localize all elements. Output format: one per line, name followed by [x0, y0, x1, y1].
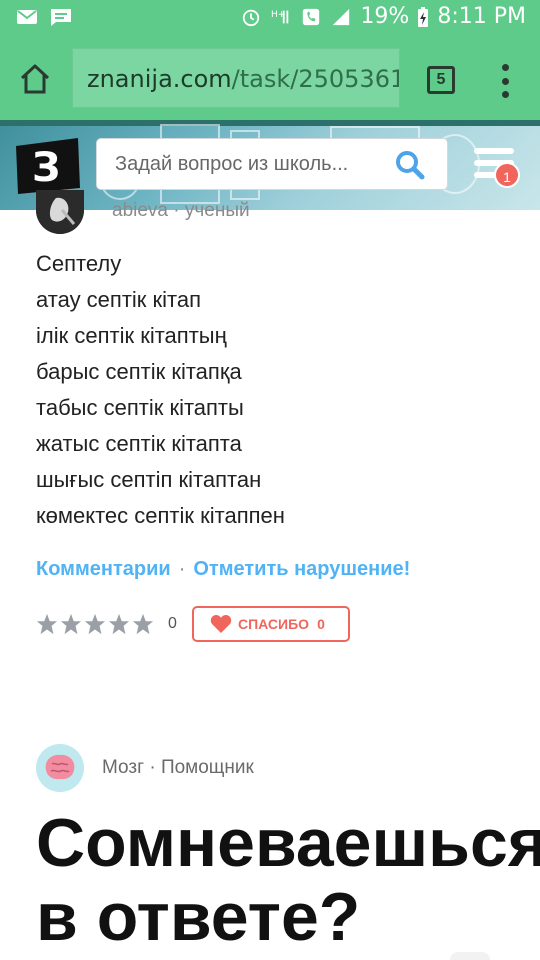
helper-meta: Мозг · Помощник	[102, 757, 254, 778]
star-icon[interactable]	[108, 613, 130, 635]
search-input[interactable]: Задай вопрос из школь...	[115, 139, 348, 189]
avatar[interactable]	[36, 190, 84, 234]
author-meta: abieva · ученый	[112, 200, 250, 221]
url-path: /task/2505361	[231, 65, 400, 93]
answer-line: атау септік кітап	[36, 287, 202, 312]
status-bar: H+ 19% 8:11 PM	[0, 0, 540, 36]
signal-ht-icon: H+	[271, 10, 289, 23]
answer-line: барыс септік кітапқа	[36, 359, 242, 384]
wifi-call-icon	[303, 8, 320, 25]
url-host: znanija.com	[87, 65, 232, 93]
answer-line: жатыс септік кітапта	[36, 431, 242, 456]
brain-avatar	[36, 744, 84, 792]
znanija-logo[interactable]: З	[14, 136, 82, 196]
answer-actions: Комментарии · Отметить нарушение!	[36, 558, 411, 580]
notification-badge[interactable]: 1	[494, 162, 520, 188]
gmail-icon	[17, 10, 37, 24]
search-box[interactable]: Задай вопрос из школь...	[96, 138, 448, 190]
heart-icon	[210, 615, 232, 633]
rating-stars[interactable]	[36, 613, 154, 635]
doubt-heading: Сомневаешься в ответе?	[36, 805, 540, 955]
helper-role: Помощник	[160, 757, 254, 778]
author-rank: ученый	[184, 200, 250, 221]
address-bar[interactable]: znanija.com/task/2505361	[72, 48, 400, 108]
battery-percent: 19%	[360, 4, 410, 29]
rating-count: 0	[168, 615, 177, 632]
answer-line: көмектес септік кітаппен	[36, 503, 285, 528]
rating-row: 0	[36, 606, 177, 642]
clock: 8:11 PM	[437, 4, 526, 29]
message-icon	[51, 9, 71, 26]
star-icon[interactable]	[84, 613, 106, 635]
comments-link[interactable]: Комментарии	[36, 558, 171, 580]
decorative-shape	[450, 952, 490, 960]
tab-switcher-button[interactable]: 5	[427, 66, 455, 94]
thanks-label: СПАСИБО	[238, 616, 310, 632]
star-icon[interactable]	[132, 613, 154, 635]
thanks-count: 0	[317, 616, 325, 632]
report-link[interactable]: Отметить нарушение!	[193, 558, 410, 580]
star-icon[interactable]	[60, 613, 82, 635]
star-icon[interactable]	[36, 613, 58, 635]
cell-signal-icon	[333, 8, 350, 25]
home-icon[interactable]	[18, 62, 52, 96]
helper-name: Мозг	[102, 757, 145, 778]
thanks-button[interactable]: СПАСИБО 0	[192, 606, 350, 642]
browser-toolbar: znanija.com/task/2505361 5	[0, 36, 540, 120]
author-name[interactable]: abieva	[112, 200, 168, 221]
battery-charging-icon	[418, 6, 429, 27]
answer-text: Септелу атау септік кітап ілік септік кі…	[36, 246, 516, 534]
answer-line: шығыс септіп кітаптан	[36, 467, 262, 492]
overflow-menu-icon[interactable]	[500, 64, 510, 98]
answer-line: табыс септік кітапты	[36, 395, 244, 420]
svg-text:З: З	[32, 145, 60, 191]
search-icon[interactable]	[395, 150, 425, 180]
answer-line: Септелу	[36, 251, 122, 276]
alarm-icon	[243, 9, 260, 26]
answer-line: ілік септік кітаптың	[36, 323, 227, 348]
